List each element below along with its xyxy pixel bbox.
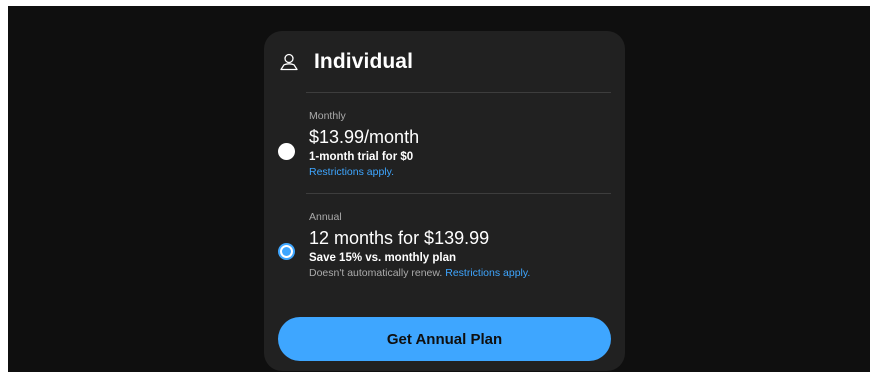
plan-header: Individual bbox=[276, 43, 611, 81]
annual-savings-text: Save 15% vs. monthly plan bbox=[309, 252, 457, 264]
monthly-option[interactable]: Monthly $13.99/month 1-month trial for $… bbox=[264, 93, 625, 193]
monthly-radio[interactable] bbox=[278, 143, 295, 160]
plan-card: Individual Monthly $13.99/month 1-month … bbox=[264, 31, 625, 371]
annual-restrictions-link[interactable]: Restrictions apply. bbox=[445, 267, 530, 279]
plan-title: Individual bbox=[314, 50, 414, 73]
get-annual-plan-button[interactable]: Get Annual Plan bbox=[278, 317, 611, 361]
annual-note: Doesn't automatically renew. Restriction… bbox=[309, 266, 611, 280]
annual-renew-note: Doesn't automatically renew. bbox=[309, 267, 443, 279]
monthly-price: $13.99/month bbox=[309, 127, 420, 147]
annual-radio[interactable] bbox=[278, 243, 295, 260]
annual-price: 12 months for $139.99 bbox=[309, 228, 490, 248]
annual-option[interactable]: Annual 12 months for $139.99 Save 15% vs… bbox=[264, 194, 625, 299]
monthly-trial-text: 1-month trial for $0 bbox=[309, 151, 414, 163]
page-background: Individual Monthly $13.99/month 1-month … bbox=[8, 6, 870, 372]
monthly-note: Restrictions apply. bbox=[309, 165, 611, 179]
person-icon bbox=[278, 51, 300, 73]
monthly-restrictions-link[interactable]: Restrictions apply. bbox=[309, 166, 394, 178]
monthly-option-body: Monthly $13.99/month 1-month trial for $… bbox=[309, 110, 611, 179]
annual-label: Annual bbox=[309, 211, 342, 223]
monthly-label: Monthly bbox=[309, 110, 346, 122]
annual-option-body: Annual 12 months for $139.99 Save 15% vs… bbox=[309, 211, 611, 280]
